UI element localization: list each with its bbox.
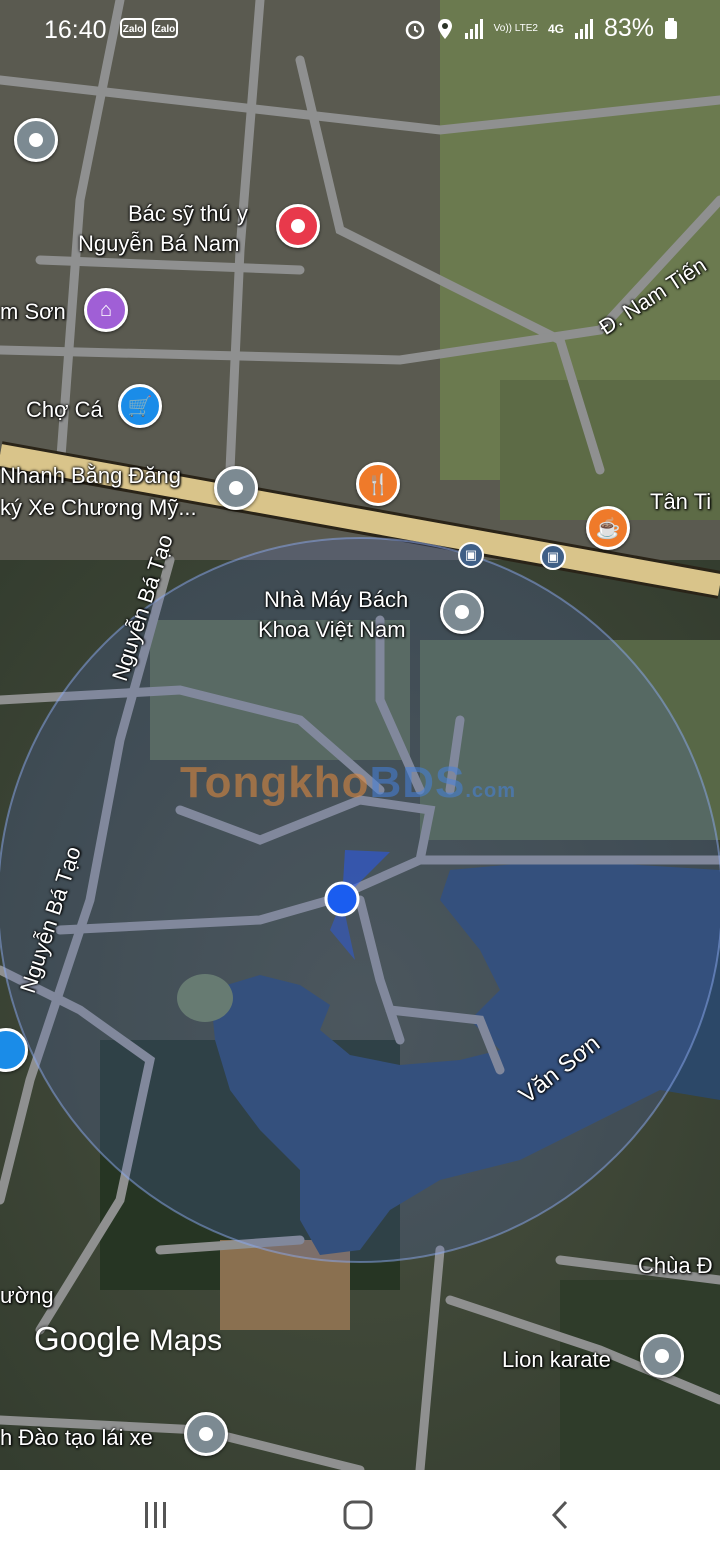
cho-ca-label[interactable]: Chợ Cá: [26, 396, 103, 423]
my-location-dot: [324, 881, 360, 917]
battery-icon: [665, 17, 677, 39]
dao-tao-pin-icon[interactable]: [184, 1412, 228, 1456]
status-bar: 16:40 Zalo Zalo Vo)) LTE2 4G 83%: [0, 0, 720, 60]
vet-pin-icon[interactable]: [276, 204, 320, 248]
accuracy-circle: [0, 537, 720, 1263]
satellite-map: [0, 0, 720, 1470]
vet-label-line1[interactable]: Bác sỹ thú y: [128, 200, 248, 227]
volte-indicator: Vo)) LTE2: [493, 23, 538, 34]
alarm-icon: [405, 20, 424, 39]
factory-label-line2[interactable]: Khoa Việt Nam: [258, 616, 406, 643]
nhanh-label-line1[interactable]: Nhanh Bằng Đăng: [0, 462, 181, 489]
temple-pin-icon[interactable]: ⌂: [84, 288, 128, 332]
google-maps-logo: Google Maps: [34, 1320, 223, 1357]
home-icon: [343, 1500, 373, 1530]
signal-icon: [464, 18, 483, 39]
network-type: 4G: [547, 21, 564, 36]
cafe-pin-icon[interactable]: ☕: [586, 506, 630, 550]
bus-stop-icon-2[interactable]: ▣: [540, 544, 566, 570]
nam-son-label[interactable]: m Sơn: [0, 298, 66, 325]
place-pin-icon[interactable]: [14, 118, 58, 162]
signal-icon-2: [574, 18, 593, 39]
tan-ti-label[interactable]: Tân Ti: [650, 488, 711, 515]
bus-stop-icon[interactable]: ▣: [458, 542, 484, 568]
zalo-notification-icon: Zalo: [120, 18, 146, 38]
location-icon: [437, 18, 452, 39]
navigation-bar: [0, 1470, 720, 1560]
map-view[interactable]: Bác sỹ thú y Nguyễn Bá Nam m Sơn ⌂ Chợ C…: [0, 0, 720, 1470]
recents-button[interactable]: [116, 1492, 196, 1538]
clock: 16:40: [44, 16, 107, 44]
back-icon: [551, 1500, 568, 1530]
restaurant-pin-icon[interactable]: 🍴: [356, 462, 400, 506]
factory-label-line1[interactable]: Nhà Máy Bách: [264, 586, 408, 613]
factory-pin-icon[interactable]: [440, 590, 484, 634]
shopping-cart-pin-icon[interactable]: 🛒: [118, 384, 162, 428]
recents-icon: [145, 1502, 166, 1528]
battery-percent: 83%: [603, 14, 654, 42]
truong-label[interactable]: ường: [0, 1282, 54, 1309]
watermark: TongkhoBDS.com: [180, 758, 517, 807]
nhanh-label-line2[interactable]: ký Xe Chương Mỹ...: [0, 494, 197, 521]
zalo-notification-icon-2: Zalo: [152, 18, 178, 38]
chua-label[interactable]: Chùa Đ: [638, 1252, 713, 1279]
lion-karate-label[interactable]: Lion karate: [502, 1346, 611, 1373]
dao-tao-label[interactable]: h Đào tạo lái xe: [0, 1424, 153, 1451]
vet-label-line2[interactable]: Nguyễn Bá Nam: [78, 230, 239, 257]
nhanh-pin-icon[interactable]: [214, 466, 258, 510]
lion-karate-pin-icon[interactable]: [640, 1334, 684, 1378]
back-button[interactable]: [520, 1492, 600, 1538]
home-button[interactable]: [318, 1492, 398, 1538]
